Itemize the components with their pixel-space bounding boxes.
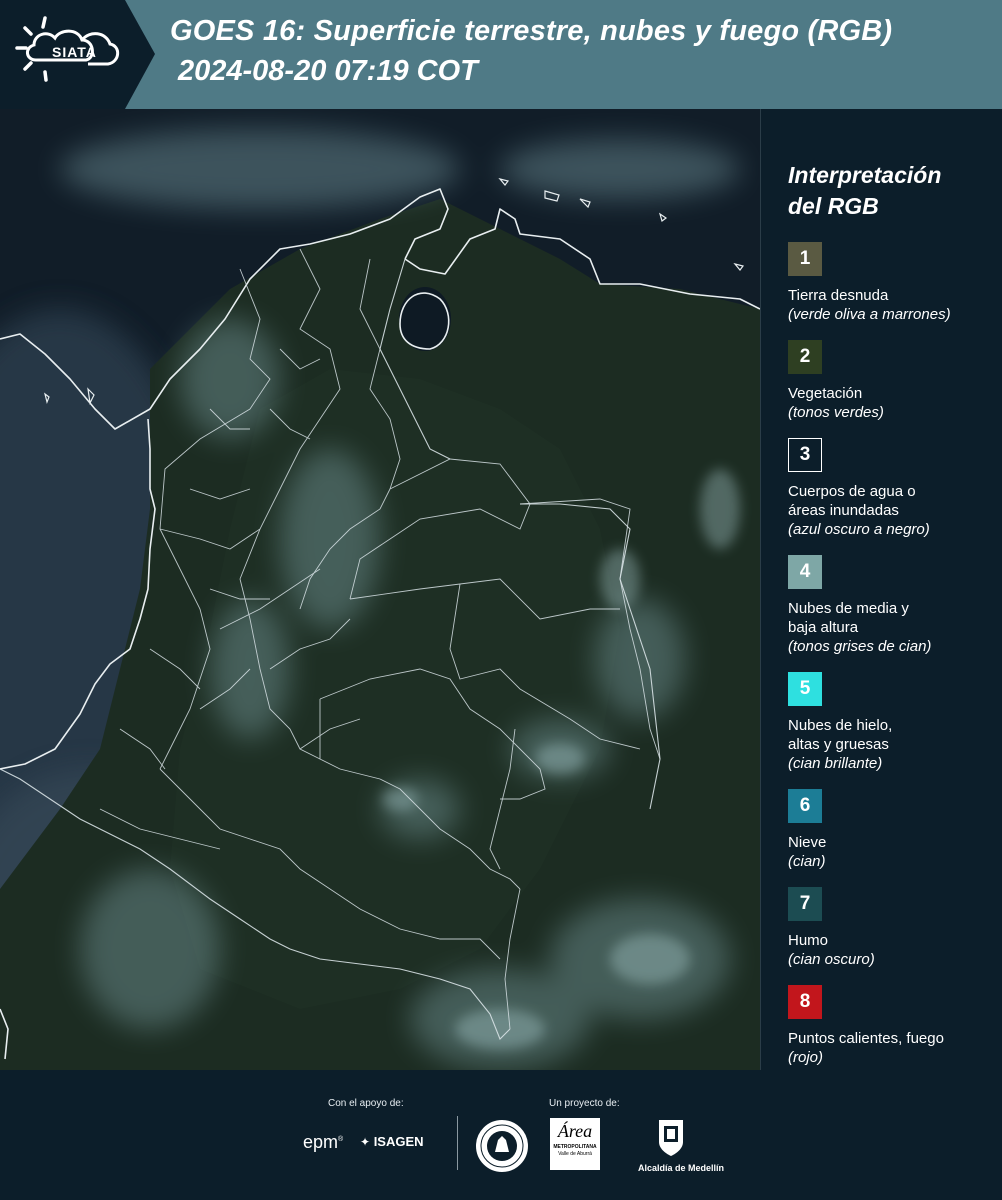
project-label: Un proyecto de: (549, 1098, 620, 1109)
area-metropolitana-logo: Área METROPOLITANA Valle de Aburrá (550, 1118, 600, 1170)
legend-item-desc: (cian brillante) (788, 755, 883, 772)
legend-title: Interpretación del RGB (788, 160, 988, 222)
area-logo-subtitle: METROPOLITANA (553, 1144, 597, 1150)
legend-title-line2: del RGB (788, 193, 879, 219)
legend-item-name: Tierra desnuda (788, 287, 889, 304)
legend-number: 7 (799, 893, 811, 914)
area-logo-title: Área (557, 1121, 593, 1141)
legend-item-ice-clouds: 5 Nubes de hielo, altas y gruesas (cian … (788, 672, 993, 773)
legend-item-desc: (tonos grises de cian) (788, 638, 932, 655)
siata-logo-text: SIATA (52, 44, 97, 60)
isagen-logo-text: ISAGEN (373, 1134, 424, 1149)
alcaldia-shield-icon (659, 1120, 683, 1156)
legend-number: 8 (799, 991, 811, 1012)
legend-item-name: Vegetación (788, 385, 863, 402)
isagen-logo: ✦ ISAGEN (360, 1134, 424, 1149)
legend-number: 2 (799, 346, 811, 367)
legend-item-desc: (tonos verdes) (788, 404, 884, 421)
legend-swatch: 6 (788, 789, 822, 823)
legend-number: 4 (799, 561, 811, 582)
legend-item-hotspots-fire: 8 Puntos calientes, fuego (rojo) (788, 985, 993, 1067)
legend-swatch: 1 (788, 242, 822, 276)
footer: Con el apoyo de: Un proyecto de: epm® ✦ … (0, 1070, 1002, 1200)
legend-item-name: Nieve (788, 834, 827, 851)
legend-number: 3 (799, 444, 811, 465)
satellite-map (0, 109, 761, 1071)
legend-swatch: 4 (788, 555, 822, 589)
legend-swatch: 8 (788, 985, 822, 1019)
epm-logo: epm® (303, 1132, 344, 1152)
legend-item-smoke: 7 Humo (cian oscuro) (788, 887, 993, 969)
legend-item-desc: (rojo) (788, 1049, 824, 1066)
legend-swatch: 5 (788, 672, 822, 706)
support-label: Con el apoyo de: (328, 1098, 404, 1109)
legend-item-name: Humo (788, 932, 829, 949)
legend-item-name: Cuerpos de agua o áreas inundadas (788, 483, 916, 519)
legend-item-name: Puntos calientes, fuego (788, 1030, 944, 1047)
legend-item-desc: (cian oscuro) (788, 951, 875, 968)
legend-number: 5 (799, 678, 811, 699)
legend-swatch: 2 (788, 340, 822, 374)
legend-title-line1: Interpretación (788, 162, 942, 188)
siata-logo: SIATA (0, 0, 155, 109)
isagen-icon: ✦ (360, 1135, 371, 1149)
legend-item-mid-low-clouds: 4 Nubes de media y baja altura (tonos gr… (788, 555, 993, 656)
legend-number: 1 (799, 248, 811, 269)
legend-item-bare-soil: 1 Tierra desnuda (verde oliva a marrones… (788, 242, 993, 324)
legend-item-desc: (cian) (788, 853, 826, 870)
legend-number: 6 (799, 795, 811, 816)
legend-item-water: 3 Cuerpos de agua o áreas inundadas (azu… (788, 438, 993, 539)
footer-divider (457, 1116, 458, 1170)
legend-item-name: Nubes de media y baja altura (788, 600, 909, 636)
legend-item-vegetation: 2 Vegetación (tonos verdes) (788, 340, 993, 422)
alcaldia-logo-text: Alcaldía de Medellín (638, 1163, 725, 1173)
area-logo-subtitle2: Valle de Aburrá (558, 1151, 592, 1157)
alcaldia-logo: Alcaldía de Medellín (638, 1118, 725, 1173)
legend-item-name: Nubes de hielo, altas y gruesas (788, 717, 893, 753)
legend-item-snow: 6 Nieve (cian) (788, 789, 993, 871)
legend-item-desc: (verde oliva a marrones) (788, 306, 951, 323)
epm-logo-text: epm (303, 1132, 339, 1152)
header-bar: SIATA GOES 16: Superficie terrestre, nub… (0, 0, 1002, 109)
legend-item-desc: (azul oscuro a negro) (788, 521, 930, 538)
page-timestamp: 2024-08-20 07:19 COT (178, 55, 478, 87)
legend-swatch: 3 (788, 438, 822, 472)
siata-seal-icon (476, 1120, 528, 1172)
page-title: GOES 16: Superficie terrestre, nubes y f… (170, 15, 893, 47)
rgb-legend: Interpretación del RGB 1 Tierra desnuda … (788, 160, 993, 1067)
legend-swatch: 7 (788, 887, 822, 921)
